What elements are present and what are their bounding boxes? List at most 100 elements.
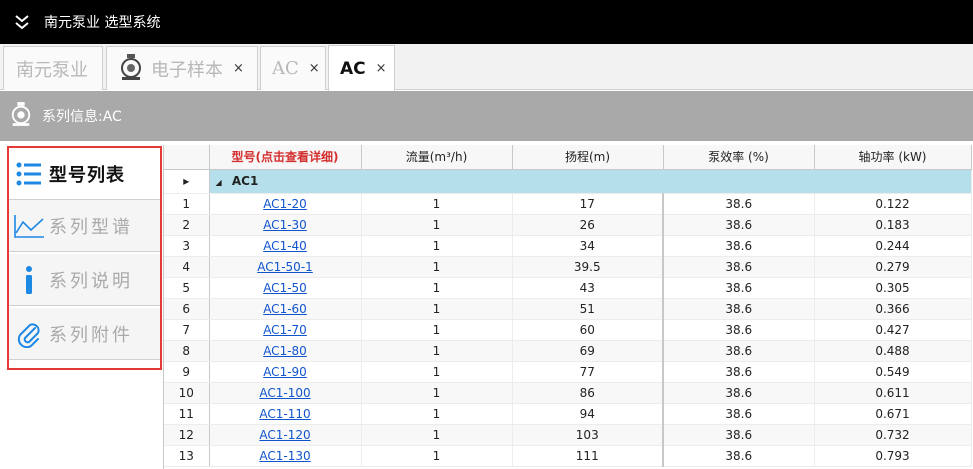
table-row[interactable]: 2 AC1-30 1 26 38.6 0.183: [164, 214, 972, 236]
power-cell: 0.122: [814, 193, 972, 215]
model-link[interactable]: AC1-110: [259, 407, 310, 421]
flow-cell: 1: [361, 214, 513, 236]
model-cell[interactable]: AC1-50-1: [209, 256, 362, 278]
close-icon[interactable]: ×: [376, 61, 387, 76]
tab-ac[interactable]: AC ×: [260, 46, 326, 90]
tab-label: AC: [272, 58, 299, 79]
table-row[interactable]: 1 AC1-20 1 17 38.6 0.122: [164, 193, 972, 215]
sidebar-item-series-chart[interactable]: 系列型谱: [9, 200, 160, 252]
column-header-power[interactable]: 轴功率 (kW): [814, 145, 972, 170]
model-link[interactable]: AC1-80: [263, 344, 307, 358]
sidebar-item-series-description[interactable]: 系列说明: [9, 254, 160, 306]
model-cell[interactable]: AC1-80: [209, 340, 362, 362]
flow-cell: 1: [361, 235, 513, 257]
table-row[interactable]: 4 AC1-50-1 1 39.5 38.6 0.279: [164, 256, 972, 278]
tab-strip: 南元泵业 电子样本 × AC × AC ×: [0, 44, 973, 91]
model-cell[interactable]: AC1-70: [209, 319, 362, 341]
efficiency-cell: 38.6: [663, 424, 815, 446]
model-link[interactable]: AC1-130: [259, 449, 310, 463]
tab-home[interactable]: 南元泵业: [3, 46, 103, 90]
paperclip-icon: [9, 320, 49, 348]
efficiency-cell: 38.6: [663, 214, 815, 236]
model-link[interactable]: AC1-50: [263, 281, 307, 295]
model-cell[interactable]: AC1-90: [209, 361, 362, 383]
column-header-efficiency[interactable]: 泵效率 (%): [663, 145, 815, 170]
table-row[interactable]: 7 AC1-70 1 60 38.6 0.427: [164, 319, 972, 341]
model-link[interactable]: AC1-30: [263, 218, 307, 232]
table-row[interactable]: 6 AC1-60 1 51 38.6 0.366: [164, 298, 972, 320]
head-cell: 26: [512, 214, 664, 236]
column-header-head[interactable]: 扬程(m): [512, 145, 664, 170]
model-cell[interactable]: AC1-110: [209, 403, 362, 425]
model-link[interactable]: AC1-60: [263, 302, 307, 316]
group-header[interactable]: ◢ AC1: [209, 169, 972, 194]
flow-cell: 1: [361, 340, 513, 362]
flow-cell: 1: [361, 382, 513, 404]
series-sidebar: 型号列表 系列型谱 系列说明 系列附件: [7, 146, 162, 370]
column-header-flow[interactable]: 流量(m³/h): [361, 145, 513, 170]
table-row[interactable]: 12 AC1-120 1 103 38.6 0.732: [164, 424, 972, 446]
model-cell[interactable]: AC1-20: [209, 193, 362, 215]
model-grid: 型号(点击查看详细) 流量(m³/h) 扬程(m) 泵效率 (%) 轴功率 (k…: [163, 145, 973, 469]
tab-sample-catalog[interactable]: 电子样本 ×: [106, 46, 258, 90]
power-cell: 0.671: [814, 403, 972, 425]
close-icon[interactable]: ×: [233, 61, 244, 76]
table-row[interactable]: 8 AC1-80 1 69 38.6 0.488: [164, 340, 972, 362]
table-row[interactable]: 3 AC1-40 1 34 38.6 0.244: [164, 235, 972, 257]
model-cell[interactable]: AC1-60: [209, 298, 362, 320]
table-row[interactable]: 5 AC1-50 1 43 38.6 0.305: [164, 277, 972, 299]
column-header-model[interactable]: 型号(点击查看详细): [209, 145, 362, 170]
efficiency-cell: 38.6: [663, 193, 815, 215]
model-cell[interactable]: AC1-130: [209, 445, 362, 467]
efficiency-cell: 38.6: [663, 256, 815, 278]
table-row[interactable]: 9 AC1-90 1 77 38.6 0.549: [164, 361, 972, 383]
table-header-row: 型号(点击查看详细) 流量(m³/h) 扬程(m) 泵效率 (%) 轴功率 (k…: [164, 145, 972, 170]
group-row[interactable]: ▸ ◢ AC1: [164, 169, 972, 194]
model-link[interactable]: AC1-120: [259, 428, 310, 442]
power-cell: 0.611: [814, 382, 972, 404]
sidebar-item-model-list[interactable]: 型号列表: [9, 148, 160, 200]
power-cell: 0.488: [814, 340, 972, 362]
model-cell[interactable]: AC1-100: [209, 382, 362, 404]
row-number: 4: [164, 256, 210, 278]
table-row[interactable]: 11 AC1-110 1 94 38.6 0.671: [164, 403, 972, 425]
row-number-header: [164, 145, 210, 170]
tab-label: 南元泵业: [16, 59, 88, 81]
efficiency-cell: 38.6: [663, 277, 815, 299]
head-cell: 39.5: [512, 256, 664, 278]
power-cell: 0.305: [814, 277, 972, 299]
model-cell[interactable]: AC1-40: [209, 235, 362, 257]
sidebar-item-label: 型号列表: [49, 164, 125, 186]
model-link[interactable]: AC1-50-1: [257, 260, 313, 274]
model-cell[interactable]: AC1-30: [209, 214, 362, 236]
model-link[interactable]: AC1-90: [263, 365, 307, 379]
row-number: 6: [164, 298, 210, 320]
row-pointer-icon: ▸: [164, 169, 210, 194]
model-link[interactable]: AC1-70: [263, 323, 307, 337]
power-cell: 0.427: [814, 319, 972, 341]
power-cell: 0.366: [814, 298, 972, 320]
row-number: 3: [164, 235, 210, 257]
model-link[interactable]: AC1-100: [259, 386, 310, 400]
row-number: 1: [164, 193, 210, 215]
pump-icon: [119, 53, 143, 85]
table-row[interactable]: 13 AC1-130 1 111 38.6 0.793: [164, 445, 972, 467]
list-icon: [9, 161, 49, 187]
power-cell: 0.732: [814, 424, 972, 446]
model-cell[interactable]: AC1-50: [209, 277, 362, 299]
model-link[interactable]: AC1-40: [263, 239, 307, 253]
model-table: 型号(点击查看详细) 流量(m³/h) 扬程(m) 泵效率 (%) 轴功率 (k…: [164, 145, 972, 467]
model-cell[interactable]: AC1-120: [209, 424, 362, 446]
model-link[interactable]: AC1-20: [263, 197, 307, 211]
expand-toggle-icon[interactable]: ◢: [216, 178, 222, 187]
efficiency-cell: 38.6: [663, 298, 815, 320]
sidebar-item-label: 系列附件: [49, 324, 133, 346]
flow-cell: 1: [361, 298, 513, 320]
collapse-chevron-icon[interactable]: [0, 0, 44, 44]
close-icon[interactable]: ×: [309, 61, 320, 76]
table-row[interactable]: 10 AC1-100 1 86 38.6 0.611: [164, 382, 972, 404]
sidebar-item-series-attachments[interactable]: 系列附件: [9, 308, 160, 360]
power-cell: 0.549: [814, 361, 972, 383]
tab-ac-active[interactable]: AC ×: [328, 45, 395, 91]
efficiency-cell: 38.6: [663, 319, 815, 341]
